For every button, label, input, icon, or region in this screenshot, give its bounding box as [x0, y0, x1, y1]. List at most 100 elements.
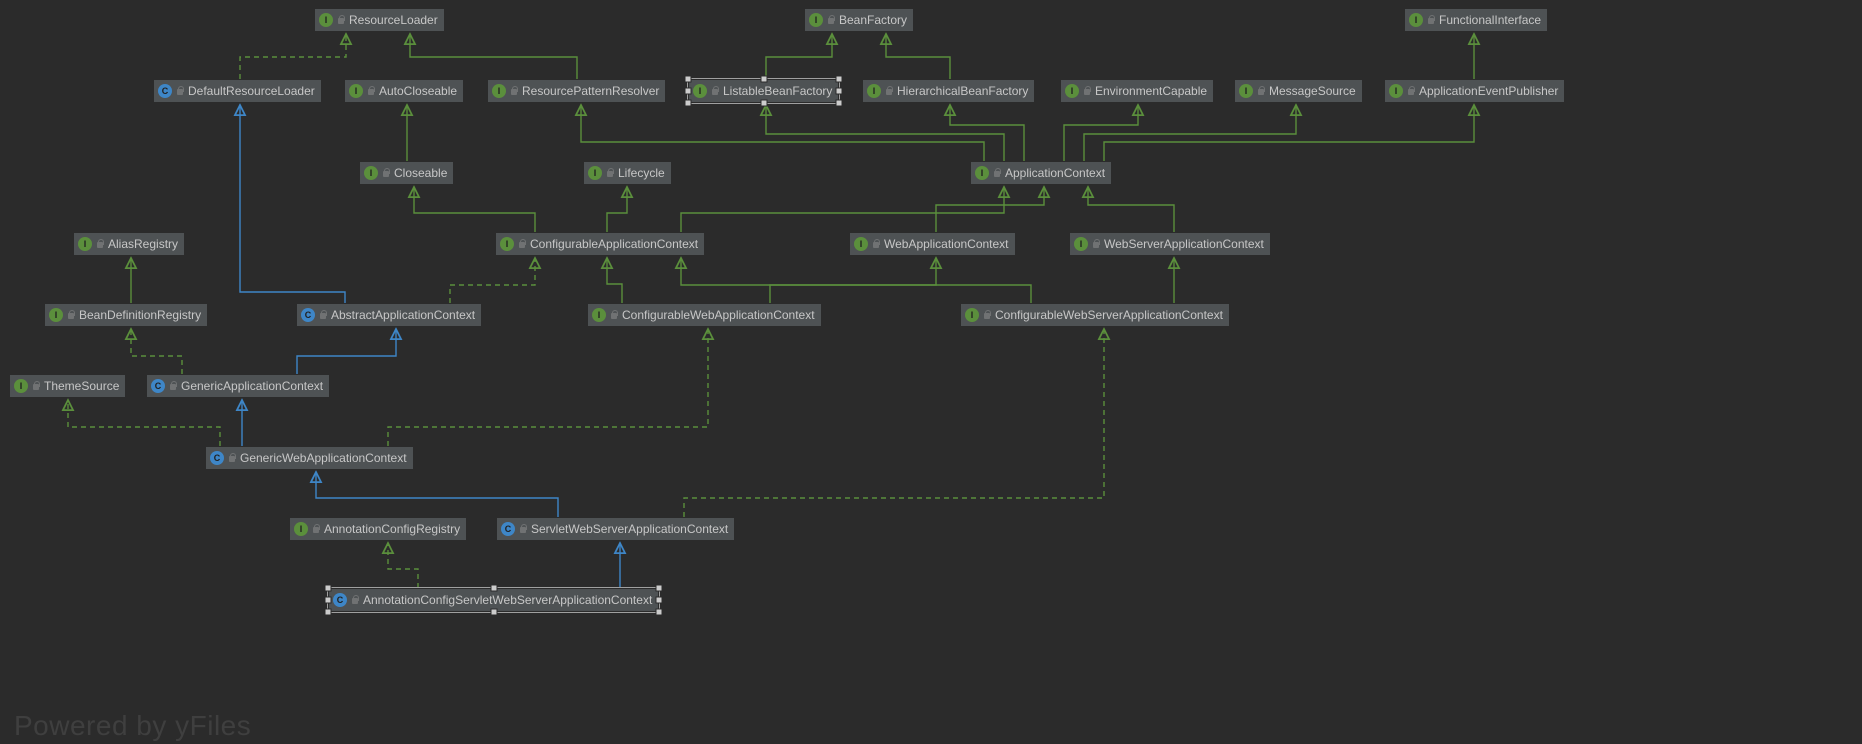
node-AutoCloseable[interactable]: IAutoCloseable: [344, 79, 464, 103]
selection-handle[interactable]: [656, 597, 663, 604]
node-HierarchicalBeanFactory[interactable]: I HierarchicalBeanFactory: [862, 79, 1035, 103]
interface-icon: I: [592, 308, 606, 322]
selection-handle[interactable]: [490, 585, 497, 592]
interface-icon: I: [1239, 84, 1253, 98]
node-DefaultResourceLoader[interactable]: CDefaultResourceLoader: [153, 79, 322, 103]
node-WebServerApplicationContext[interactable]: I WebServerApplicationContext: [1069, 232, 1271, 256]
lock-icon: [382, 168, 390, 178]
node-label: BeanFactory: [839, 13, 907, 27]
edge-GenericApplicationContext-to-BeanDefinitionRegistry: [131, 329, 182, 374]
node-ThemeSource[interactable]: IThemeSource: [9, 374, 126, 398]
selection-handle[interactable]: [760, 76, 767, 83]
node-label: GenericApplicationContext: [181, 379, 323, 393]
selection-handle[interactable]: [685, 88, 692, 95]
selection-handle[interactable]: [656, 585, 663, 592]
lock-icon: [351, 595, 359, 605]
node-AnnotationConfigRegistry[interactable]: IAnnotationConfigRegistry: [289, 517, 467, 541]
class-icon: C: [333, 593, 347, 607]
node-label: AnnotationConfigRegistry: [324, 522, 460, 536]
selection-handle[interactable]: [490, 609, 497, 616]
node-ResourceLoader[interactable]: IResourceLoader: [314, 8, 445, 32]
lock-icon: [176, 86, 184, 96]
watermark: Powered by yFiles: [14, 710, 251, 742]
lock-icon: [312, 524, 320, 534]
lock-icon: [319, 310, 327, 320]
interface-icon: I: [1409, 13, 1423, 27]
edge-ResourcePatternResolver-to-ResourceLoader: [410, 34, 577, 79]
interface-icon: I: [1074, 237, 1088, 251]
edge-ApplicationContext-to-MessageSource: [1084, 105, 1296, 161]
selection-handle[interactable]: [685, 76, 692, 83]
edges-layer: [0, 0, 1862, 744]
node-WebApplicationContext[interactable]: IWebApplicationContext: [849, 232, 1016, 256]
interface-icon: I: [1065, 84, 1079, 98]
node-ApplicationContext[interactable]: IApplicationContext: [970, 161, 1112, 185]
node-label: MessageSource: [1269, 84, 1356, 98]
edge-HierarchicalBeanFactory-to-BeanFactory: [886, 34, 950, 79]
interface-icon: I: [492, 84, 506, 98]
node-GenericApplicationContext[interactable]: CGenericApplicationContext: [146, 374, 330, 398]
edge-ConfigurableApplicationContext-to-Closeable: [414, 187, 535, 232]
class-icon: C: [158, 84, 172, 98]
lock-icon: [32, 381, 40, 391]
lock-icon: [228, 453, 236, 463]
node-label: BeanDefinitionRegistry: [79, 308, 201, 322]
selection-handle[interactable]: [656, 609, 663, 616]
node-ConfigurableApplicationContext[interactable]: IConfigurableApplicationContext: [495, 232, 705, 256]
node-label: AbstractApplicationContext: [331, 308, 475, 322]
edge-DefaultResourceLoader-to-ResourceLoader: [240, 34, 346, 79]
edge-ConfigurableApplicationContext-to-Lifecycle: [607, 187, 627, 232]
interface-icon: I: [319, 13, 333, 27]
selection-handle[interactable]: [836, 88, 843, 95]
node-FunctionalInterface[interactable]: IFunctionalInterface: [1404, 8, 1548, 32]
node-Closeable[interactable]: ICloseable: [359, 161, 454, 185]
node-ConfigurableWebApplicationContext[interactable]: IConfigurableWebApplicationContext: [587, 303, 822, 327]
node-GenericWebApplicationContext[interactable]: CGenericWebApplicationContext: [205, 446, 414, 470]
lock-icon: [510, 86, 518, 96]
node-label: HierarchicalBeanFactory: [897, 84, 1028, 98]
node-AliasRegistry[interactable]: IAliasRegistry: [73, 232, 185, 256]
node-label: Lifecycle: [618, 166, 665, 180]
node-ApplicationEventPublisher[interactable]: IApplicationEventPublisher: [1384, 79, 1565, 103]
selection-handle[interactable]: [325, 597, 332, 604]
lock-icon: [1257, 86, 1265, 96]
node-label: ConfigurableWebServerApplicationContext: [995, 308, 1223, 322]
node-MessageSource[interactable]: I MessageSource: [1234, 79, 1363, 103]
diagram-canvas[interactable]: Powered by yFiles IResourceLoaderIBeanFa…: [0, 0, 1862, 744]
selection-handle[interactable]: [836, 76, 843, 83]
node-label: ListableBeanFactory: [723, 84, 832, 98]
lock-icon: [1092, 239, 1100, 249]
selection-handle[interactable]: [685, 100, 692, 107]
selection-handle[interactable]: [325, 585, 332, 592]
node-AbstractApplicationContext[interactable]: CAbstractApplicationContext: [296, 303, 482, 327]
node-ResourcePatternResolver[interactable]: IResourcePatternResolver: [487, 79, 666, 103]
node-EnvironmentCapable[interactable]: I EnvironmentCapable: [1060, 79, 1214, 103]
edge-AbstractApplicationContext-to-ConfigurableApplicationContext: [450, 258, 535, 303]
interface-icon: I: [500, 237, 514, 251]
edge-ConfigurableWebApplicationContext-to-ConfigurableApplicationContext: [607, 258, 622, 303]
node-label: WebServerApplicationContext: [1104, 237, 1264, 251]
lock-icon: [1407, 86, 1415, 96]
edge-ApplicationContext-to-EnvironmentCapable: [1064, 105, 1138, 161]
node-BeanFactory[interactable]: IBeanFactory: [804, 8, 914, 32]
selection-handle[interactable]: [325, 609, 332, 616]
lock-icon: [67, 310, 75, 320]
selection-handle[interactable]: [760, 100, 767, 107]
edge-GenericWebApplicationContext-to-ConfigurableWebApplicationContext: [388, 329, 708, 446]
node-label: EnvironmentCapable: [1095, 84, 1207, 98]
lock-icon: [518, 239, 526, 249]
edge-AbstractApplicationContext-to-DefaultResourceLoader: [240, 105, 345, 303]
lock-icon: [711, 86, 719, 96]
interface-icon: I: [867, 84, 881, 98]
node-BeanDefinitionRegistry[interactable]: IBeanDefinitionRegistry: [44, 303, 208, 327]
edge-ConfigurableApplicationContext-to-ApplicationContext: [681, 187, 1004, 232]
lock-icon: [367, 86, 375, 96]
selection-handle[interactable]: [836, 100, 843, 107]
node-ConfigurableWebServerApplicationContext[interactable]: IConfigurableWebServerApplicationContext: [960, 303, 1230, 327]
lock-icon: [337, 15, 345, 25]
lock-icon: [169, 381, 177, 391]
lock-icon: [885, 86, 893, 96]
node-Lifecycle[interactable]: ILifecycle: [583, 161, 672, 185]
node-ServletWebServerApplicationContext[interactable]: CServletWebServerApplicationContext: [496, 517, 735, 541]
edge-WebApplicationContext-to-ApplicationContext: [936, 187, 1044, 232]
